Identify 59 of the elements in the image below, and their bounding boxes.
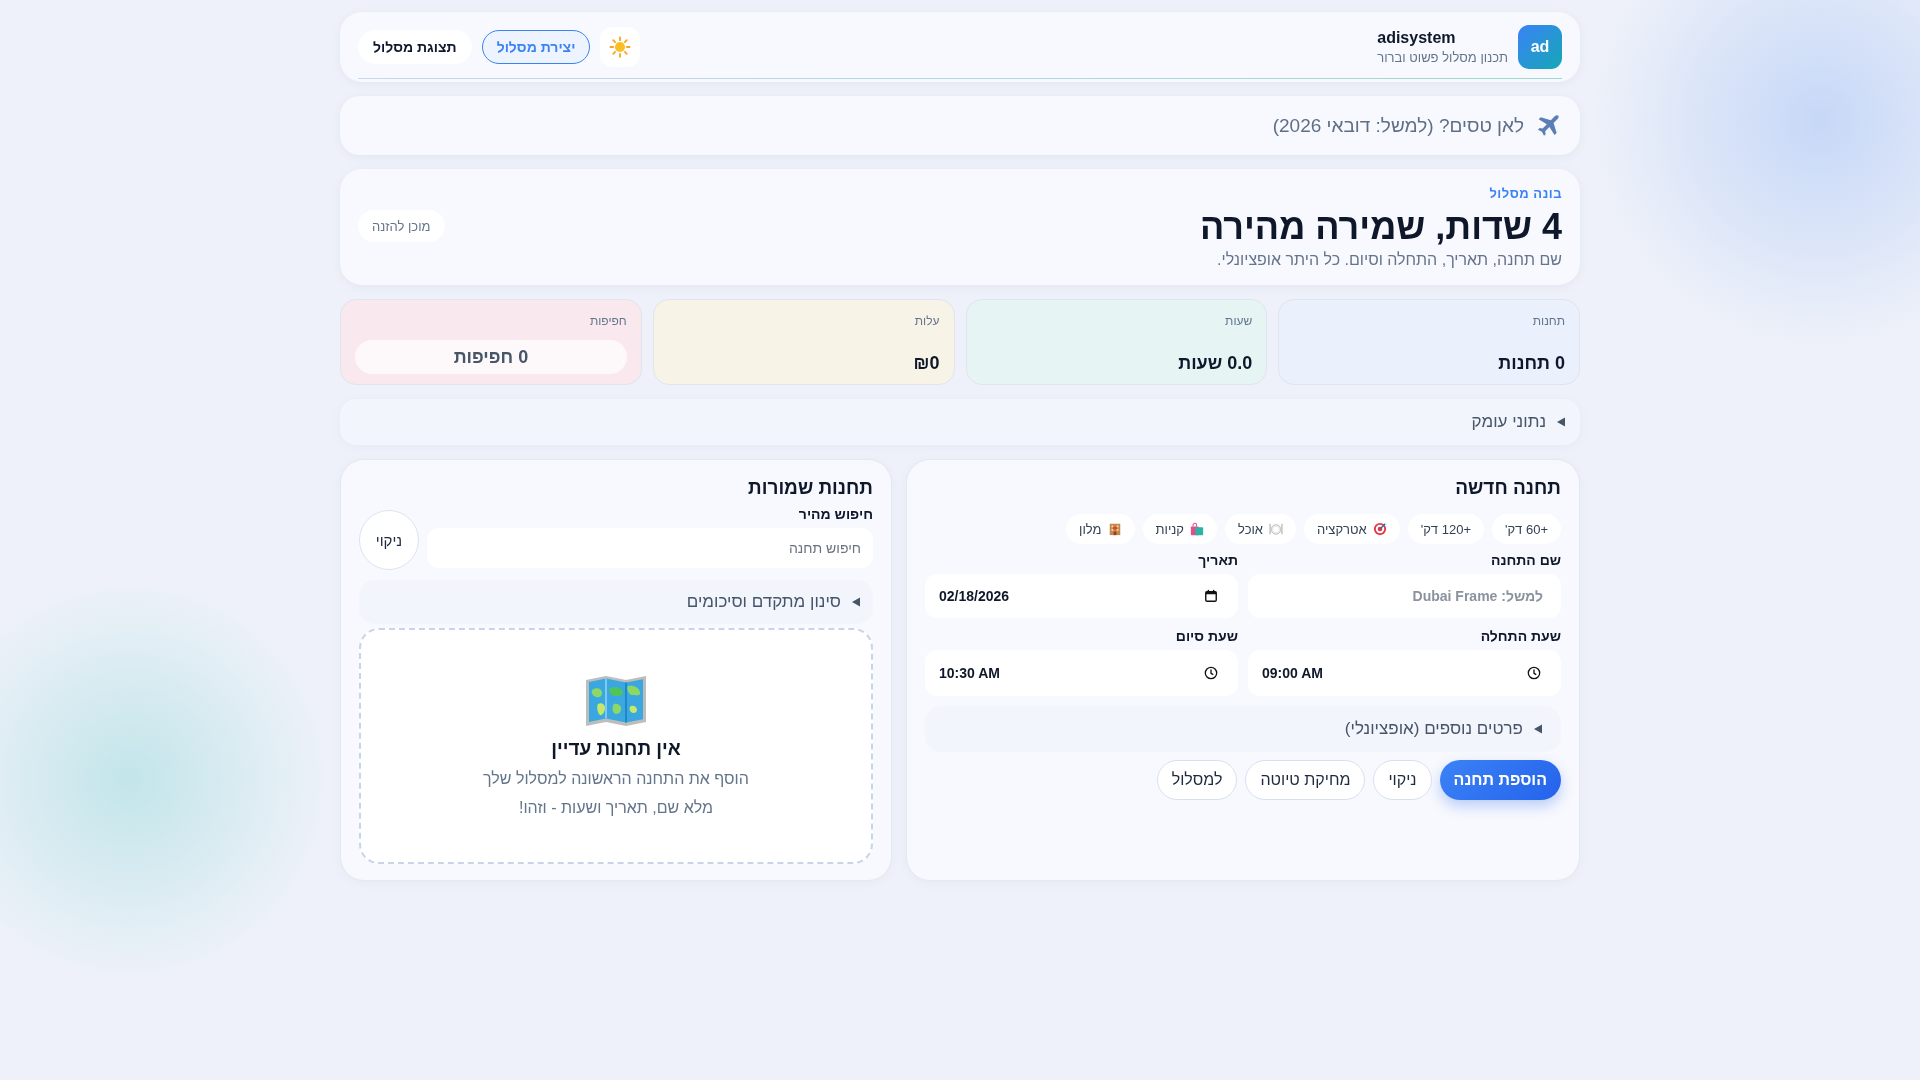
shopping-bags-icon	[1190, 522, 1204, 536]
disclosure-triangle-icon	[1533, 724, 1543, 734]
empty-title: אין תחנות עדיין	[551, 738, 681, 760]
stat-label: שעות	[1225, 314, 1253, 328]
nav-tab[interactable]: תצוגת מסלול	[358, 30, 472, 64]
stat-value: 0 חפיפות	[355, 340, 627, 374]
calendar-icon	[1204, 589, 1218, 603]
stat-label: עלות	[914, 314, 940, 328]
stat-label: חפיפות	[589, 314, 627, 328]
advanced-filter-toggle[interactable]: סינון מתקדם וסיכומים	[686, 592, 861, 612]
hero-subtitle: שם תחנה, תאריך, התחלה וסיום. כל היתר אופציונלי.	[1216, 250, 1562, 269]
app-logo: ad	[1518, 25, 1562, 69]
stat-value: 0 תחנות	[1498, 353, 1565, 374]
status-badge: מוכן להזנה	[358, 210, 445, 242]
field-label: תאריך	[1198, 552, 1238, 568]
panel-title: תחנות שמורות	[747, 476, 873, 500]
hotel-icon	[1107, 522, 1122, 536]
hero-title: 4 שדות, שמירה מהירה	[1200, 204, 1562, 249]
time-field[interactable]: 10:30 AM	[925, 650, 1238, 696]
depth-data-toggle[interactable]: נתוני עומק	[1471, 412, 1566, 432]
quick-chip[interactable]: אטרקציה	[1304, 514, 1400, 544]
search-field[interactable]: חיפוש תחנה	[427, 528, 873, 568]
clear-button[interactable]: ניקוי	[359, 510, 419, 570]
field-label: שם התחנה	[1490, 552, 1561, 568]
target-icon	[1372, 522, 1387, 536]
theme-toggle-button[interactable]	[600, 27, 641, 67]
disclosure-triangle-icon	[1556, 417, 1566, 427]
quick-chip[interactable]: +120 דק'	[1407, 514, 1484, 544]
stat-value: ₪0	[913, 353, 940, 374]
stat-value: 0.0 שעות	[1178, 353, 1253, 374]
quick-chip[interactable]: אוכל	[1225, 514, 1296, 544]
trip-name-field[interactable]: לאן טסים? (למשל: דובאי 2026)	[340, 96, 1580, 155]
stat-label: תחנות	[1532, 314, 1565, 328]
sun-icon	[609, 36, 632, 58]
action-button[interactable]: ניקוי	[1373, 760, 1432, 800]
quick-chip[interactable]: קניות	[1142, 514, 1217, 544]
action-button[interactable]: למסלול	[1156, 760, 1238, 800]
clock-icon	[1204, 666, 1218, 680]
field-label: שעת סיום	[1175, 628, 1238, 644]
clock-icon	[1527, 666, 1541, 680]
empty-hint: הוסף את התחנה הראשונה למסלול שלך	[483, 769, 749, 789]
quick-chip[interactable]: +60 דק'	[1491, 514, 1561, 544]
panel-title: תחנה חדשה	[1454, 476, 1561, 500]
eyebrow-label: בונה מסלול	[1488, 185, 1562, 201]
plate-icon	[1269, 522, 1283, 536]
action-button[interactable]: מחיקת טיוטה	[1245, 760, 1366, 800]
app-tagline: תכנון מסלול פשוט וברור	[1377, 50, 1508, 65]
text-field[interactable]: למשל: Dubai Frame	[1248, 574, 1561, 618]
disclosure-triangle-icon	[851, 597, 861, 607]
field-label: חיפוש מהיר	[798, 506, 873, 522]
quick-chip[interactable]: מלון	[1066, 514, 1135, 544]
extra-details-toggle[interactable]: פרטים נוספים (אופציונלי)	[1344, 719, 1543, 739]
add-station-button[interactable]: הוספת תחנה	[1439, 760, 1561, 800]
empty-hint: מלא שם, תאריך ושעות - וזהו!	[519, 798, 713, 818]
map-icon	[584, 674, 648, 728]
app-name: adisystem	[1377, 29, 1457, 47]
time-field[interactable]: 09:00 AM	[1248, 650, 1561, 696]
date-field[interactable]: 02/18/2026	[925, 574, 1238, 618]
field-label: שעת התחלה	[1480, 628, 1561, 644]
